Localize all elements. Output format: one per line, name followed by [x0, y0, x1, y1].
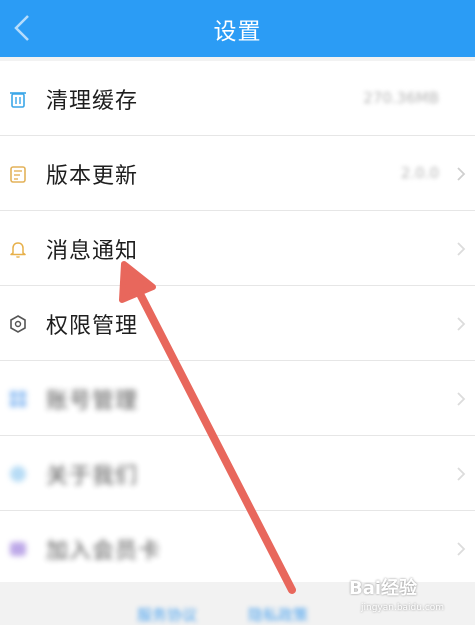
settings-item-permissions[interactable]: 权限管理 [0, 286, 475, 361]
settings-item-label: 清理缓存 [46, 89, 139, 114]
cache-size-value: 270.36MB [363, 89, 439, 107]
chevron-right-icon [457, 242, 466, 256]
settings-item-version-update[interactable]: 版本更新 2.0.0 [0, 136, 475, 211]
top-nav-bar: 设置 [0, 0, 475, 57]
baidu-jingyan-watermark: Bai经验 jingyan.baidu.com [349, 572, 467, 620]
chevron-right-icon [457, 542, 466, 556]
hexagon-icon [10, 315, 26, 333]
privacy-policy-link[interactable]: 隐私政策 [248, 604, 308, 625]
settings-item-notifications[interactable]: 消息通知 [0, 211, 475, 286]
chevron-right-icon [457, 317, 466, 331]
watermark-url: jingyan.baidu.com [361, 603, 445, 613]
bell-icon [10, 242, 26, 258]
info-icon [10, 466, 26, 482]
settings-item-clear-cache[interactable]: 清理缓存 270.36MB [0, 61, 475, 136]
chevron-right-icon [457, 467, 466, 481]
chevron-right-icon [457, 167, 466, 181]
chevron-right-icon [457, 392, 466, 406]
page-title: 设置 [213, 19, 262, 45]
settings-item-label: 账号管理 [46, 389, 139, 414]
settings-item-account[interactable]: 账号管理 [0, 361, 475, 436]
settings-item-label: 版本更新 [46, 164, 139, 189]
version-value: 2.0.0 [400, 164, 439, 182]
settings-item-label: 消息通知 [46, 239, 139, 264]
settings-item-about[interactable]: 关于我们 [0, 436, 475, 511]
settings-item-label: 加入会员卡 [46, 539, 162, 564]
watermark-text: Bai经验 [349, 578, 418, 599]
card-icon [10, 542, 26, 556]
settings-list: 清理缓存 270.36MB 版本更新 2.0.0 消息通知 权限管理 账号管理 … [0, 61, 475, 586]
grid-icon [10, 391, 26, 407]
calendar-icon [10, 166, 26, 183]
trash-icon [10, 92, 26, 108]
settings-item-label: 权限管理 [46, 314, 139, 339]
settings-item-label: 关于我们 [46, 464, 139, 489]
service-agreement-link[interactable]: 服务协议 [137, 604, 197, 625]
